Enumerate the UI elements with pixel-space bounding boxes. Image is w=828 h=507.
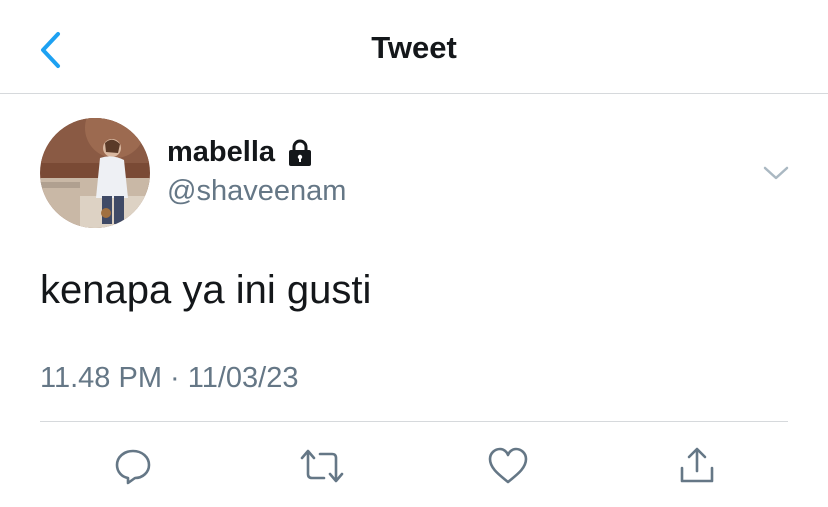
reply-button[interactable] [111,444,155,488]
avatar-photo [40,118,150,228]
tweet-text: kenapa ya ini gusti [40,268,372,312]
lock-icon [285,138,315,168]
reply-icon [115,449,151,485]
divider [40,421,788,422]
share-button[interactable] [675,444,719,488]
retweet-button[interactable] [300,444,344,488]
avatar[interactable] [40,118,150,228]
page-title: Tweet [371,30,457,65]
share-icon [680,447,714,483]
tweet-timestamp: 11.48 PM · 11/03/23 [40,362,299,394]
navigation-bar: Tweet [0,0,828,94]
like-button[interactable] [486,444,530,488]
display-name: mabella [167,136,275,168]
author-name-row[interactable]: mabella [167,136,315,169]
user-handle[interactable]: @shaveenam [167,175,346,208]
retweet-icon [300,449,344,483]
chevron-down-icon [763,166,789,180]
tweet-menu-button[interactable] [758,158,794,188]
like-icon [488,447,528,484]
